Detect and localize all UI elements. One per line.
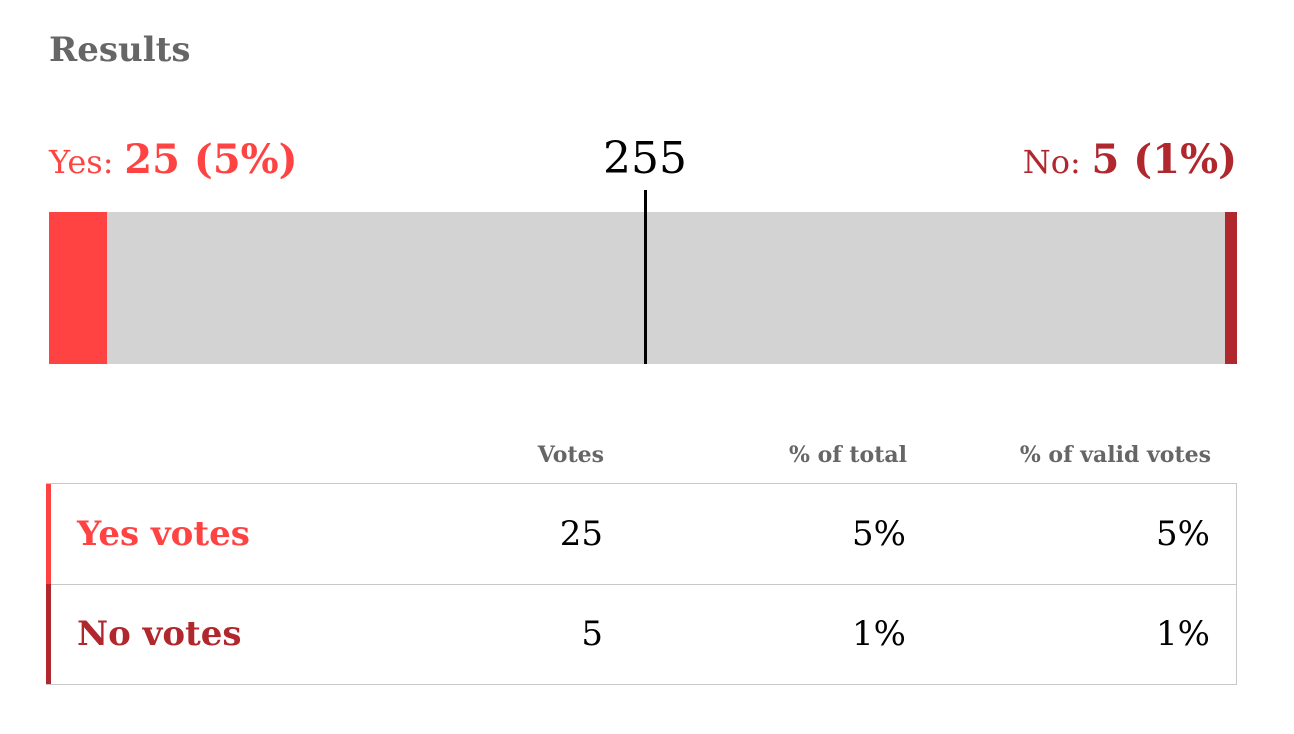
results-title: Results bbox=[49, 30, 191, 70]
cell-no-pct-total: 1% bbox=[852, 614, 906, 654]
table-row-no: No votes 5 1% 1% bbox=[46, 584, 1236, 684]
row-name-no: No votes bbox=[77, 614, 242, 654]
remaining-segment bbox=[49, 212, 1237, 364]
header-pct-total: % of total bbox=[789, 442, 907, 468]
results-bar bbox=[49, 212, 1237, 364]
no-row-stripe bbox=[46, 584, 51, 684]
threshold-value: 255 bbox=[603, 133, 687, 184]
results-table: Yes votes 25 5% 5% No votes 5 1% 1% bbox=[46, 483, 1237, 685]
no-segment bbox=[1225, 212, 1237, 364]
cell-no-pct-valid: 1% bbox=[1156, 614, 1210, 654]
cell-yes-votes: 25 bbox=[559, 514, 603, 554]
yes-row-stripe bbox=[46, 484, 51, 584]
cell-yes-pct-valid: 5% bbox=[1156, 514, 1210, 554]
no-summary: No: 5 (1%) bbox=[1023, 136, 1237, 183]
cell-no-votes: 5 bbox=[581, 614, 603, 654]
cell-yes-pct-total: 5% bbox=[852, 514, 906, 554]
header-pct-valid: % of valid votes bbox=[1019, 442, 1211, 468]
yes-summary-value: 25 (5%) bbox=[124, 136, 298, 183]
table-row-yes: Yes votes 25 5% 5% bbox=[46, 484, 1236, 585]
yes-summary: Yes: 25 (5%) bbox=[49, 136, 298, 183]
row-name-yes: Yes votes bbox=[77, 514, 250, 554]
yes-summary-label: Yes: bbox=[49, 143, 114, 181]
no-summary-label: No: bbox=[1022, 143, 1081, 181]
threshold-line bbox=[644, 190, 647, 364]
no-summary-value: 5 (1%) bbox=[1091, 136, 1237, 183]
yes-segment bbox=[49, 212, 108, 364]
header-votes: Votes bbox=[537, 442, 604, 468]
